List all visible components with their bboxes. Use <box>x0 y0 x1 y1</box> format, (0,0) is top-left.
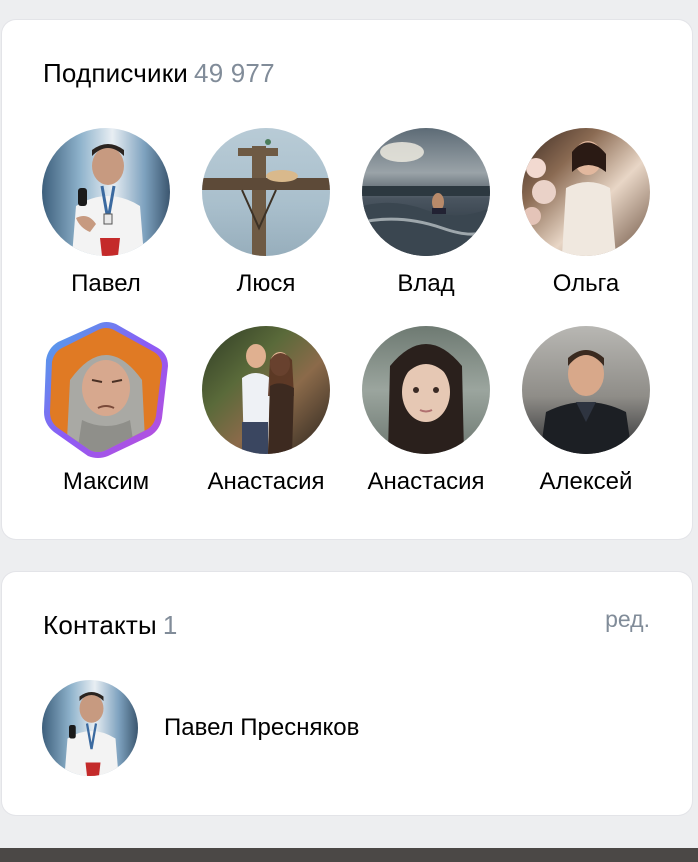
contacts-title-label: Контакты <box>43 610 157 640</box>
follower-olga[interactable]: Ольга <box>506 128 666 298</box>
follower-name: Влад <box>397 270 455 297</box>
bottom-edge-bar <box>0 848 698 862</box>
follower-aleksey[interactable]: Алексей <box>506 326 666 496</box>
follower-name: Ольга <box>552 270 620 297</box>
contacts-card: Контакты 1 ред. Павел Пресняков <box>2 572 692 815</box>
follower-pavel[interactable]: Павел <box>26 128 186 298</box>
maksim-photo <box>44 322 168 458</box>
avatar <box>522 128 650 256</box>
follower-maksim[interactable]: Максим <box>26 322 186 496</box>
lyusya-photo <box>202 139 330 256</box>
follower-name: Максим <box>62 468 150 495</box>
follower-name: Алексей <box>539 468 633 495</box>
edit-contacts-link[interactable]: ред. <box>605 606 650 633</box>
avatar <box>362 128 490 256</box>
aleksey-photo <box>540 350 632 454</box>
follower-anastasia-1[interactable]: Анастасия <box>186 326 346 496</box>
followers-title[interactable]: Подписчики 49 977 <box>43 58 275 89</box>
avatar <box>522 326 650 454</box>
follower-name: Павел <box>71 270 141 297</box>
vlad-photo <box>362 142 490 256</box>
avatar <box>202 128 330 256</box>
contact-item[interactable]: Павел Пресняков <box>42 680 642 776</box>
avatar <box>202 326 330 454</box>
avatar <box>362 326 490 454</box>
contacts-title[interactable]: Контакты 1 <box>43 610 178 641</box>
olga-photo <box>523 141 616 256</box>
avatar <box>42 128 170 256</box>
followers-card: Подписчики 49 977 Павел Люся Влад Ольга … <box>2 20 692 539</box>
contact-photo <box>64 692 119 776</box>
contacts-count: 1 <box>162 610 178 640</box>
contact-name: Павел Пресняков <box>164 714 360 741</box>
followers-title-label: Подписчики <box>43 58 189 88</box>
anastasia-1-photo <box>242 344 294 454</box>
avatar <box>42 680 138 776</box>
pavel-photo <box>72 144 144 256</box>
follower-name: Люся <box>236 270 296 297</box>
anastasia-2-photo <box>388 344 464 454</box>
follower-anastasia-2[interactable]: Анастасия <box>346 326 506 496</box>
follower-name: Анастасия <box>367 468 485 495</box>
followers-count: 49 977 <box>194 58 275 88</box>
follower-name: Анастасия <box>207 468 325 495</box>
avatar-hex-frame <box>36 320 176 460</box>
follower-vlad[interactable]: Влад <box>346 128 506 298</box>
follower-lyusya[interactable]: Люся <box>186 128 346 298</box>
